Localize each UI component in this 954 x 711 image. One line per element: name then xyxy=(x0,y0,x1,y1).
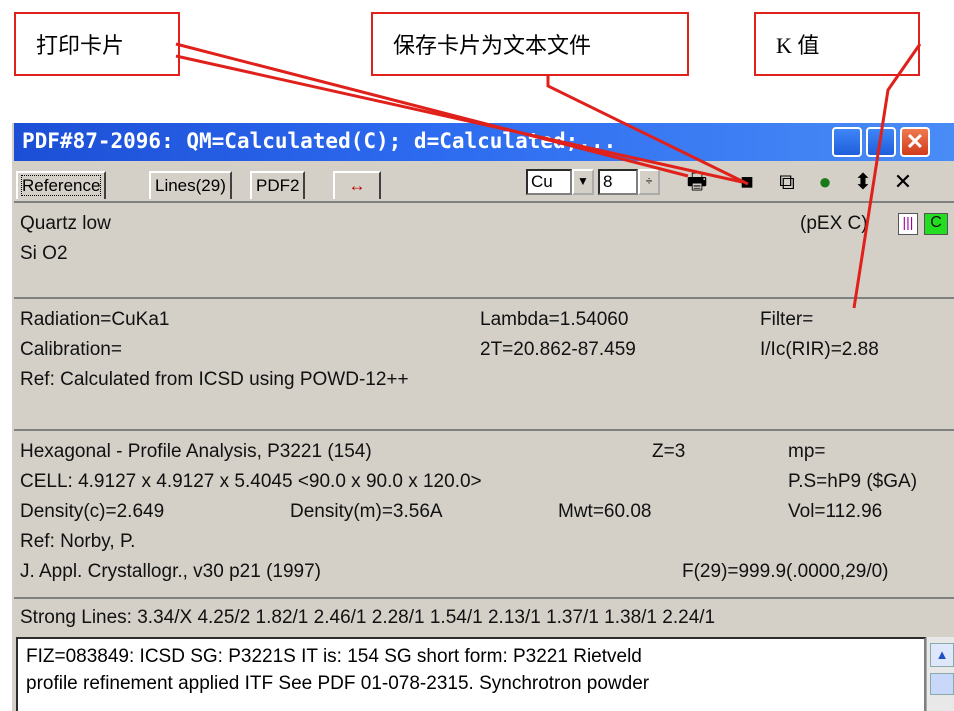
help-icon[interactable]: ● xyxy=(810,167,840,197)
window-title: PDF#87-2096: QM=Calculated(C); d=Calcula… xyxy=(22,129,617,153)
copy-icon[interactable]: ⧉ xyxy=(772,167,802,197)
calibration: Calibration= xyxy=(20,339,122,360)
filter: Filter= xyxy=(760,309,814,330)
density-calculated: Density(c)=2.649 xyxy=(20,501,165,522)
radiation-select[interactable]: Cu xyxy=(526,169,572,195)
scroll-up-icon[interactable]: ▲ xyxy=(930,643,954,667)
crystal-panel: Hexagonal - Profile Analysis, P3221 (154… xyxy=(14,429,954,597)
experiment-ref: Ref: Calculated from ICSD using POWD-12+… xyxy=(20,369,409,390)
mp-value: mp= xyxy=(788,441,826,462)
scroll-thumb[interactable] xyxy=(930,673,954,695)
figure-of-merit: F(29)=999.9(.0000,29/0) xyxy=(682,561,889,582)
pdf-card-window: PDF#87-2096: QM=Calculated(C); d=Calcula… xyxy=(12,123,954,711)
chevron-down-icon[interactable]: ▼ xyxy=(572,169,594,195)
callout-save-text: 保存卡片为文本文件 xyxy=(371,12,689,76)
comment-line: profile refinement applied ITF See PDF 0… xyxy=(26,673,650,694)
lambda: Lambda=1.54060 xyxy=(480,309,629,330)
save-icon[interactable]: ■ xyxy=(732,167,762,197)
comment-line: FIZ=083849: ICSD SG: P3221S IT is: 154 S… xyxy=(26,646,642,667)
print-icon[interactable]: 🖶 xyxy=(682,167,712,197)
close-button[interactable]: ✕ xyxy=(900,127,930,157)
strong-lines: Strong Lines: 3.34/X 4.25/2 1.82/1 2.46/… xyxy=(20,607,716,628)
tab-lines[interactable]: Lines(29) xyxy=(149,171,232,199)
header-panel: Quartz low Si O2 (pEX C) ||| C xyxy=(14,201,954,297)
formula: Si O2 xyxy=(20,243,68,264)
experiment-panel: Radiation=CuKa1 Lambda=1.54060 Filter= C… xyxy=(14,297,954,429)
digits-input[interactable]: 8 xyxy=(598,169,638,195)
rir-value: I/Ic(RIR)=2.88 xyxy=(760,339,879,360)
cell-volume: Vol=112.96 xyxy=(788,501,883,522)
scrollbar[interactable]: ▲ xyxy=(926,637,954,711)
strong-lines-panel: Strong Lines: 3.34/X 4.25/2 1.82/1 2.46/… xyxy=(14,597,954,637)
substance-name: Quartz low xyxy=(20,213,111,234)
tab-reference[interactable]: Reference xyxy=(16,171,107,199)
bars-icon: ||| xyxy=(898,213,918,235)
density-measured: Density(m)=3.56A xyxy=(290,501,443,522)
pearson-symbol: P.S=hP9 ($GA) xyxy=(788,471,918,492)
window-titlebar[interactable]: PDF#87-2096: QM=Calculated(C); d=Calcula… xyxy=(14,123,954,161)
callout-print-card: 打印卡片 xyxy=(14,12,180,76)
maximize-button[interactable] xyxy=(866,127,896,157)
journal-ref: J. Appl. Crystallogr., v30 p21 (1997) xyxy=(20,561,321,582)
sort-icon[interactable]: ⬍ xyxy=(848,167,878,197)
crystal-system: Hexagonal - Profile Analysis, P3221 (154… xyxy=(20,441,372,462)
expand-icon[interactable]: ↔ xyxy=(333,171,381,199)
minimize-button[interactable] xyxy=(832,127,862,157)
z-value: Z=3 xyxy=(652,441,686,462)
crystal-ref: Ref: Norby, P. xyxy=(20,531,136,552)
tab-pdf2[interactable]: PDF2 xyxy=(250,171,306,199)
molecular-weight: Mwt=60.08 xyxy=(558,501,652,522)
radiation: Radiation=CuKa1 xyxy=(20,309,170,330)
callout-k-value: K 值 xyxy=(754,12,920,76)
close-icon[interactable]: ✕ xyxy=(888,167,918,197)
cell-params: CELL: 4.9127 x 4.9127 x 5.4045 <90.0 x 9… xyxy=(20,471,482,492)
comments-memo[interactable]: FIZ=083849: ICSD SG: P3221S IT is: 154 S… xyxy=(16,637,926,711)
status-tags: (pEX C) xyxy=(800,213,868,234)
status-badge: C xyxy=(924,213,948,235)
two-theta: 2T=20.862-87.459 xyxy=(480,339,636,360)
toolbar: Reference Lines(29) PDF2 ↔ Cu ▼ 8 ÷ 🖶 ■ … xyxy=(14,161,954,201)
spin-button[interactable]: ÷ xyxy=(638,169,660,195)
